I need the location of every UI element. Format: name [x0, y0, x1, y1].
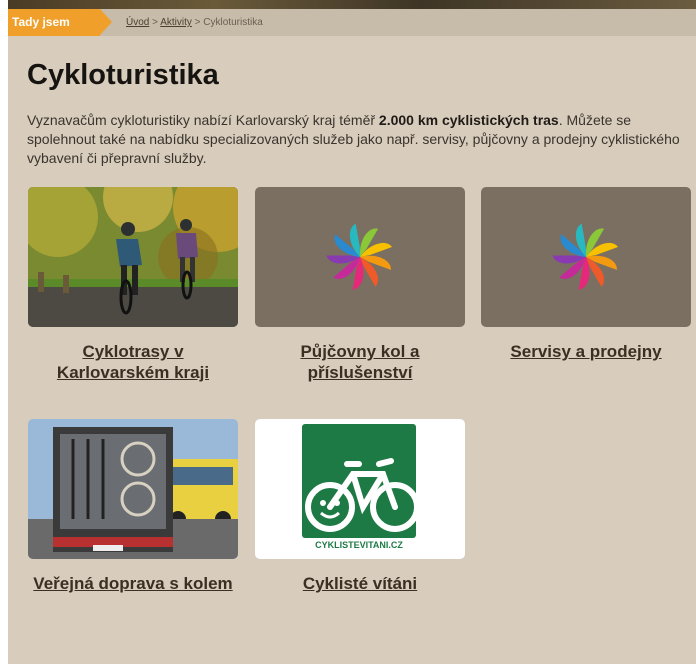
content-panel: Tady jsem Úvod > Aktivity > Cykloturisti…: [8, 9, 696, 664]
breadcrumb-separator: >: [194, 17, 201, 28]
intro-text-highlight: 2.000 km cyklistických tras: [378, 112, 559, 128]
card-title[interactable]: Cyklisté vítáni: [255, 573, 465, 594]
breadcrumb-link-home[interactable]: Úvod: [126, 17, 149, 28]
breadcrumb-trail: Úvod > Aktivity > Cykloturistika: [126, 9, 263, 36]
card-title[interactable]: Cyklotrasy v Karlovarském kraji: [28, 341, 238, 383]
pinwheel-logo[interactable]: [255, 187, 465, 327]
card-title[interactable]: Půjčovny kol a příslušenství: [255, 341, 465, 383]
logo-text: CYKLISTEVITANI.CZ: [315, 540, 403, 550]
here-label: Tady jsem: [8, 9, 112, 36]
pinwheel-logo[interactable]: [481, 187, 691, 327]
breadcrumb-link-activities[interactable]: Aktivity: [160, 17, 192, 28]
cyclists-photo[interactable]: [28, 187, 238, 327]
breadcrumb: Tady jsem Úvod > Aktivity > Cykloturisti…: [8, 9, 696, 36]
breadcrumb-separator: >: [152, 17, 158, 28]
intro-text: Vyznavačům cykloturistiky nabízí Karlova…: [27, 111, 691, 168]
page-title: Cykloturistika: [27, 59, 219, 91]
card-title[interactable]: Servisy a prodejny: [481, 341, 691, 362]
bus-bike-rack-photo[interactable]: [28, 419, 238, 559]
cyklistevitani-logo[interactable]: CYKLISTEVITANI.CZ: [255, 419, 465, 559]
breadcrumb-current: Cykloturistika: [203, 17, 263, 28]
card-title[interactable]: Veřejná doprava s kolem: [28, 573, 238, 594]
intro-text-start: Vyznavačům cykloturistiky nabízí Karlova…: [27, 112, 379, 128]
page: Tady jsem Úvod > Aktivity > Cykloturisti…: [0, 0, 696, 664]
